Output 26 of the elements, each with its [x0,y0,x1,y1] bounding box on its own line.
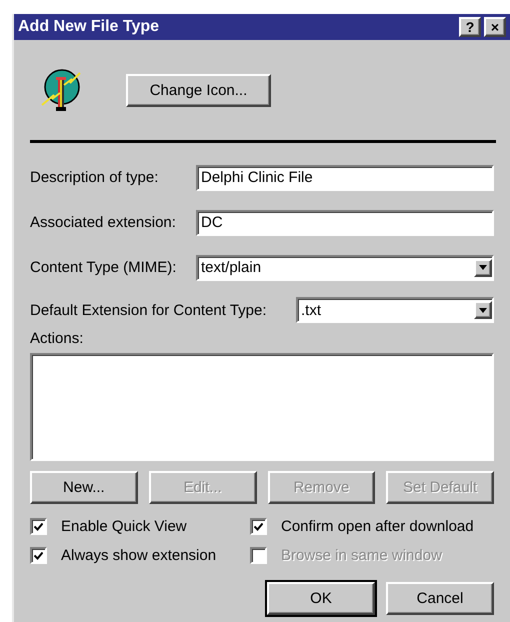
field-label: Description of type: [30,169,160,186]
check-icon [254,522,263,530]
check-icon [34,522,43,530]
close-button[interactable]: × [484,17,506,37]
check-icon [34,552,43,560]
checkbox[interactable]: Confirm open after download [250,518,494,535]
text-field[interactable]: DC [196,210,494,236]
field-label: Default Extension for Content Type: [30,302,268,318]
text-field[interactable]: Delphi Clinic File [196,164,494,190]
combo-box[interactable]: .txt [296,297,494,323]
dropdown-arrow-icon[interactable] [479,265,487,270]
dropdown-arrow-icon[interactable] [479,308,487,312]
window-title: Add New File Type [18,18,160,36]
file-type-drawing [40,67,82,113]
ok-button[interactable]: OK [267,582,375,615]
list-label: Actions: [30,330,84,347]
combo-box[interactable]: text/plain [196,254,494,280]
help-button[interactable]: ? [459,17,481,37]
actions-list[interactable] [30,353,494,461]
cancel-button[interactable]: Cancel [386,582,494,615]
action-button[interactable]: New... [30,471,138,504]
field-label: Associated extension: [30,214,177,231]
field-label: Content Type (MIME): [30,259,178,276]
checkbox[interactable]: Always show extension [30,547,250,564]
change-icon-button[interactable]: Change Icon... [126,74,271,106]
checkbox[interactable]: Enable Quick View [30,518,250,535]
